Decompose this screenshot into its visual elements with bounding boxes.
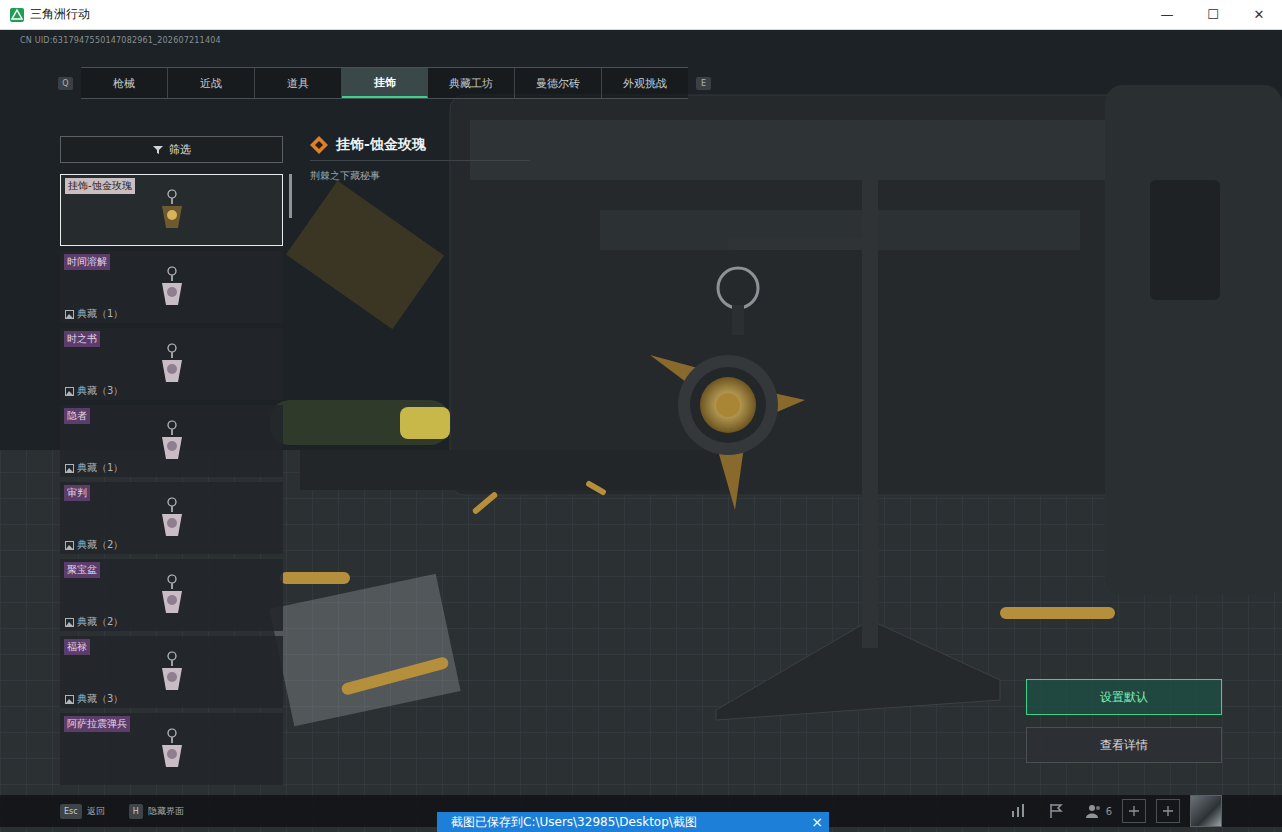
invite-slot[interactable] [1122,799,1146,823]
item-name: 时间溶解 [64,254,110,270]
item-list: 挂饰-蚀金玫瑰时间溶解典藏（1）时之书典藏（3）隐者典藏（1）审判典藏（2）聚宝… [60,174,283,795]
item-card[interactable]: 挂饰-蚀金玫瑰 [60,174,283,246]
plus-icon [1128,805,1140,817]
detail-title: 挂饰-蚀金玫瑰 [336,136,426,154]
item-name: 审判 [64,485,90,501]
detail-panel: 挂饰-蚀金玫瑰荆棘之下藏秘事 [310,136,530,795]
tab[interactable]: 典藏工坊 [428,68,515,98]
logo-icon [10,8,24,22]
next-tab-key[interactable]: E [696,77,711,90]
stats-icon[interactable] [1010,803,1026,819]
charm-icon [158,265,186,309]
item-card[interactable]: 聚宝盆典藏（2） [60,559,283,631]
key-hint[interactable]: Esc返回 [60,804,105,819]
diamond-icon [310,136,328,154]
tab-bar: Q 枪械近战道具挂饰典藏工坊曼德尔砖外观挑战 E [0,67,1282,99]
avatar-icon[interactable] [1190,795,1222,827]
flag-icon[interactable] [1048,803,1064,819]
uid-label: CN UID:6317947550147082961_202607211404 [0,30,1282,45]
action-button[interactable]: 查看详情 [1026,727,1222,763]
item-card[interactable]: 审判典藏（2） [60,482,283,554]
collection-badge: 典藏（3） [65,384,123,398]
friends-icon [1086,803,1102,819]
charm-icon [158,650,186,694]
invite-slot[interactable] [1156,799,1180,823]
collection-badge: 典藏（1） [65,307,123,321]
action-button[interactable]: 设置默认 [1026,679,1222,715]
item-name: 阿萨拉震弹兵 [64,716,130,732]
charm-icon [158,727,186,771]
plus-icon [1162,805,1174,817]
collection-badge: 典藏（2） [65,615,123,629]
picture-icon [65,387,74,396]
tab[interactable]: 道具 [255,68,342,98]
charm-icon [158,496,186,540]
item-card[interactable]: 阿萨拉震弹兵 [60,713,283,785]
collection-badge: 典藏（1） [65,461,123,475]
item-name: 聚宝盆 [64,562,100,578]
tab[interactable]: 外观挑战 [602,68,688,98]
toast-close-button[interactable]: × [811,814,823,830]
item-card[interactable]: 福禄典藏（3） [60,636,283,708]
item-name: 时之书 [64,331,100,347]
item-card[interactable]: 时间溶解典藏（1） [60,251,283,323]
picture-icon [65,541,74,550]
charm-icon [158,573,186,617]
filter-button[interactable]: 筛选 [60,136,283,163]
detail-subtitle: 荆棘之下藏秘事 [310,169,530,183]
title-bar: 三角洲行动 —☐✕ [0,0,1282,30]
tab[interactable]: 枪械 [81,68,168,98]
game-area: CN UID:6317947550147082961_202607211404 Q… [0,30,1282,832]
window-control[interactable]: — [1144,0,1190,29]
picture-icon [65,464,74,473]
collection-badge: 典藏（3） [65,692,123,706]
key-hint[interactable]: H隐藏界面 [129,804,184,819]
window-title: 三角洲行动 [30,6,90,23]
tab[interactable]: 挂饰 [342,68,429,98]
filter-icon [153,145,163,155]
tab[interactable]: 近战 [168,68,255,98]
window-control[interactable]: ☐ [1190,0,1236,29]
screenshot-toast: 截图已保存到C:\Users\32985\Desktop\截图× [437,812,829,832]
item-card[interactable]: 隐者典藏（1） [60,405,283,477]
scrollbar[interactable] [289,174,292,218]
collection-badge: 典藏（2） [65,538,123,552]
item-name: 隐者 [64,408,90,424]
window-control[interactable]: ✕ [1236,0,1282,29]
charm-icon [158,419,186,463]
friends-button[interactable]: 6 [1086,803,1112,819]
game-window: 三角洲行动 —☐✕CN UID:6317947550147082961_20260… [0,0,1282,832]
charm-icon [158,188,186,232]
picture-icon [65,695,74,704]
picture-icon [65,310,74,319]
item-name: 福禄 [64,639,90,655]
item-panel: 筛选挂饰-蚀金玫瑰时间溶解典藏（1）时之书典藏（3）隐者典藏（1）审判典藏（2）… [60,136,292,795]
charm-icon [158,342,186,386]
item-card[interactable]: 时之书典藏（3） [60,328,283,400]
prev-tab-key[interactable]: Q [58,77,73,90]
tab[interactable]: 曼德尔砖 [515,68,602,98]
item-name: 挂饰-蚀金玫瑰 [65,178,135,194]
picture-icon [65,618,74,627]
